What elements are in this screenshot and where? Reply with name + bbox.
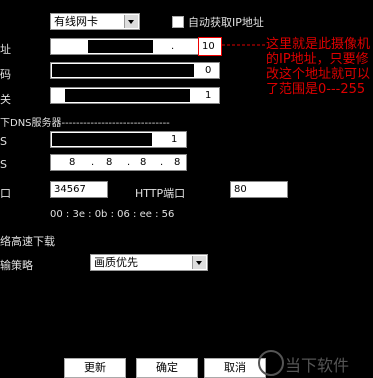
secondary-dns-octet-3: 8 <box>140 157 147 168</box>
ok-button[interactable]: 确定 <box>136 358 198 378</box>
dhcp-label: 自动获取IP地址 <box>188 16 264 29</box>
annotation-line-4: 了范围是0---255 <box>266 82 366 97</box>
ip-dot-2: . <box>171 41 175 52</box>
dhcp-checkbox[interactable] <box>172 16 184 28</box>
dns-dot: . <box>160 157 164 168</box>
primary-dns-last-octet: 1 <box>171 134 178 145</box>
dns-dot: . <box>127 157 131 168</box>
primary-dns-redacted <box>52 133 152 146</box>
ip-last-octet-input[interactable]: 10 <box>198 37 222 56</box>
secondary-dns-octet-4: 8 <box>174 157 181 168</box>
mask-field[interactable]: 0 <box>50 62 220 79</box>
ip-label: 址 <box>0 43 11 56</box>
http-port-input[interactable]: 80 <box>230 181 288 198</box>
secondary-dns-label: S <box>0 158 7 171</box>
annotation-line-3: 改这个地址就可以 <box>266 67 371 82</box>
gateway-redacted <box>65 89 190 102</box>
gateway-field[interactable]: 1 <box>50 87 220 104</box>
annotation-text: 这里就是此摄像机 的IP地址，只要修 改这个地址就可以 了范围是0---255 <box>266 37 370 97</box>
network-type-select[interactable]: 有线网卡 <box>50 13 140 30</box>
annotation-connector <box>222 44 266 46</box>
watermark-logo <box>258 350 284 376</box>
mask-redacted <box>52 64 194 77</box>
dns-section-label: 下DNS服务器------------------------------ <box>0 118 170 129</box>
annotation-line-2: 的IP地址，只要修 <box>266 52 369 67</box>
gateway-last-octet: 1 <box>205 90 212 101</box>
secondary-dns-octet-1: 8 <box>69 157 76 168</box>
mask-last-octet: 0 <box>205 65 212 76</box>
chevron-down-icon <box>124 15 138 28</box>
port-value: 34567 <box>54 184 86 195</box>
download-label: 络高速下载 <box>0 235 55 248</box>
chevron-down-icon <box>192 256 206 269</box>
port-input[interactable]: 34567 <box>50 181 108 198</box>
mask-label: 码 <box>0 68 11 81</box>
dns-dot: . <box>91 157 95 168</box>
primary-dns-field[interactable]: 1 <box>50 131 187 148</box>
secondary-dns-octet-2: 8 <box>106 157 113 168</box>
cancel-button[interactable]: 取消 <box>204 358 266 378</box>
ip-redacted <box>88 40 153 53</box>
port-label: 口 <box>0 187 11 200</box>
primary-dns-label: S <box>0 135 7 148</box>
strategy-select[interactable]: 画质优先 <box>90 254 208 271</box>
network-type-value: 有线网卡 <box>54 15 98 28</box>
ip-field[interactable]: . 1 <box>50 38 220 55</box>
gateway-label: 关 <box>0 93 11 106</box>
http-port-value: 80 <box>234 184 247 195</box>
strategy-label: 输策略 <box>0 259 33 272</box>
secondary-dns-field[interactable]: 8 . 8 . 8 . 8 <box>50 154 187 171</box>
http-port-label: HTTP端口 <box>135 187 186 200</box>
refresh-button[interactable]: 更新 <box>64 358 126 378</box>
annotation-line-1: 这里就是此摄像机 <box>266 37 371 52</box>
watermark-text: 当下软件 <box>285 356 350 375</box>
ip-last-octet: 10 <box>202 41 215 52</box>
mac-address: 00 : 3e : 0b : 06 : ee : 56 <box>50 209 175 220</box>
strategy-value: 画质优先 <box>94 256 138 269</box>
